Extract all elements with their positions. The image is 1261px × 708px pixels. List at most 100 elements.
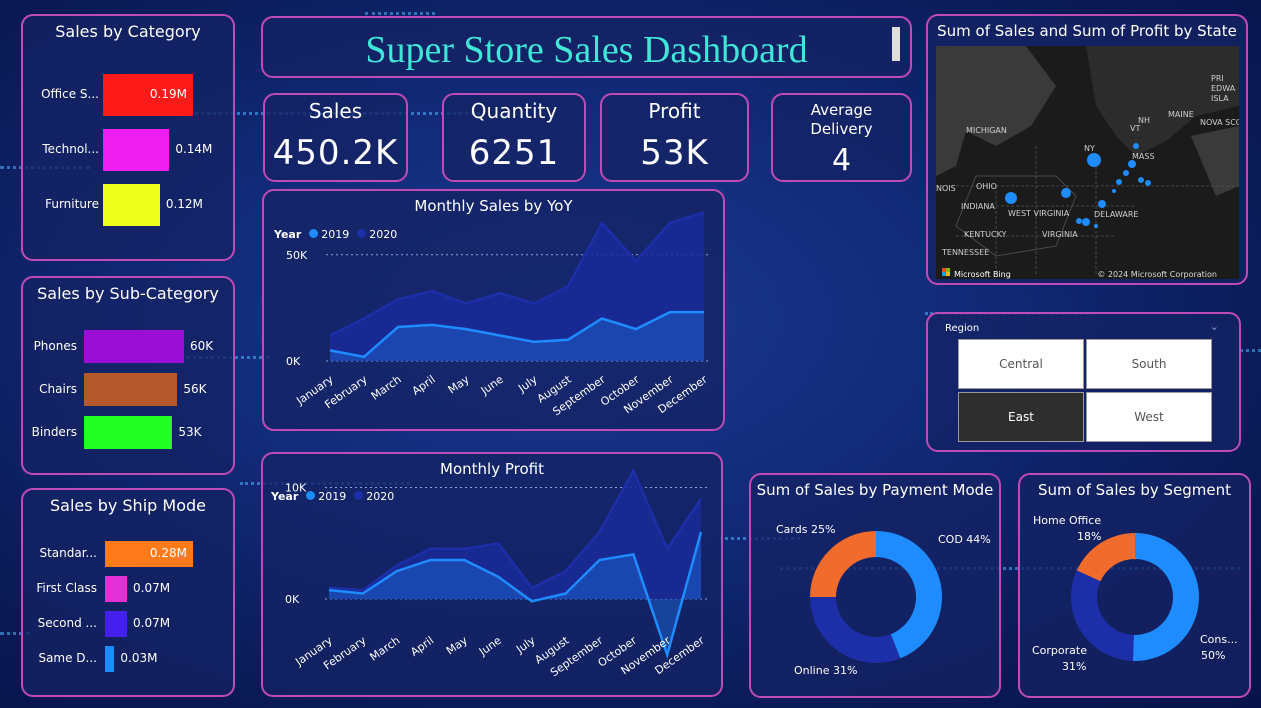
map-copyright: © 2024 Microsoft Corporation: [1097, 270, 1217, 279]
kpi-quantity-value: 6251: [468, 133, 560, 173]
map-state-label: NH: [1138, 116, 1150, 125]
category-title: Sales by Category: [55, 22, 201, 41]
x-tick-label: June: [476, 634, 504, 659]
y-tick-label: 10K: [285, 481, 307, 494]
kpi-profit-card: Profit 53K: [600, 93, 749, 182]
map-state-label: VIRGINIA: [1042, 230, 1078, 239]
segment-label-corp-pct: 31%: [1062, 660, 1087, 673]
x-tick-label: May: [446, 373, 472, 397]
map-state-label: OHIO: [976, 182, 997, 191]
monthly-profit-panel[interactable]: Monthly Profit Year 2019 2020 10K 0K Janua…: [261, 452, 723, 697]
region-option-east[interactable]: East: [958, 392, 1084, 442]
category-bar-label: Furniture: [45, 197, 99, 211]
dashboard-title: Super Store Sales Dashboard: [365, 29, 808, 71]
map-graphic: [936, 46, 1239, 276]
x-tick-label: July: [515, 373, 540, 396]
kpi-profit-value: 53K: [640, 133, 709, 173]
region-option-south[interactable]: South: [1086, 339, 1212, 389]
map-state-label: INDIANA: [961, 202, 995, 211]
map-state-label: TENNESSEE: [942, 248, 990, 257]
segment-panel[interactable]: Sum of Sales by Segment Home Office 18% …: [1018, 473, 1251, 698]
map-panel[interactable]: Sum of Sales and Sum of Profit by State: [926, 14, 1248, 285]
x-tick-label: March: [369, 373, 404, 403]
shipmode-bar[interactable]: [105, 611, 127, 637]
category-bar-label: Technol...: [42, 142, 99, 156]
decorative-line: [1240, 349, 1261, 352]
kpi-sales-card: Sales 450.2K: [263, 93, 408, 182]
payment-slice-online[interactable]: [810, 597, 901, 663]
segment-label-cons-name: Cons...: [1200, 633, 1238, 646]
map-canvas[interactable]: MICHIGAN OHIO INDIANA WEST VIRGINIA VIRGINIA…: [936, 46, 1239, 279]
map-title: Sum of Sales and Sum of Profit by State: [937, 22, 1237, 40]
payment-label-cards: Cards 25%: [776, 523, 836, 536]
map-state-label: MASS: [1132, 152, 1155, 161]
payment-donut-chart: [810, 531, 942, 663]
subcategory-title: Sales by Sub-Category: [37, 284, 219, 303]
shipmode-bar[interactable]: [105, 576, 127, 602]
region-option-central[interactable]: Central: [958, 339, 1084, 389]
subcategory-bar-label: Binders: [31, 424, 77, 439]
category-panel[interactable]: Sales by Category Office S... 0.19M Techno…: [21, 14, 235, 261]
chevron-down-icon[interactable]: ⌄: [1210, 320, 1219, 333]
x-tick-label: June: [478, 373, 506, 398]
shipmode-bar-value: 0.07M: [133, 581, 171, 595]
map-state-label: NOIS: [936, 184, 956, 193]
subcategory-panel[interactable]: Sales by Sub-Category Phones 60K Chairs 56K…: [21, 276, 235, 475]
region-slicer[interactable]: Region ⌄ Central South East West: [926, 312, 1241, 452]
segment-slice-consumer[interactable]: [1132, 533, 1200, 661]
monthly-sales-chart: 50K0KJanuaryFebruary March April May June Jul…: [286, 211, 710, 418]
kpi-delivery-label: Average Delivery: [810, 101, 873, 138]
dashboard-title-panel: Super Store Sales Dashboard: [261, 16, 912, 78]
kpi-delivery-value: 4: [831, 143, 852, 178]
region-title: Region: [945, 323, 980, 334]
subcategory-bar[interactable]: [84, 330, 184, 363]
subcategory-bar[interactable]: [84, 373, 178, 406]
payment-panel[interactable]: Sum of Sales by Payment Mode Cards 25% C…: [749, 473, 1001, 698]
shipmode-panel[interactable]: Sales by Ship Mode Standar... 0.28M First …: [21, 488, 235, 697]
map-state-label: NOVA SCO: [1200, 118, 1239, 127]
x-tick-label: May: [444, 634, 470, 658]
map-state-label: EDWA: [1211, 84, 1236, 93]
category-bar[interactable]: [103, 184, 160, 226]
monthly-sales-panel[interactable]: Monthly Sales by YoY Year 2019 2020 50K 0…: [262, 189, 725, 431]
title-marker: [892, 27, 900, 61]
y-tick-label: 0K: [286, 355, 301, 368]
y-tick-label: 50K: [286, 249, 308, 262]
kpi-sales-label: Sales: [308, 99, 363, 123]
kpi-delivery-card: Average Delivery 4: [771, 93, 912, 182]
map-state-label: KENTUCKY: [964, 230, 1007, 239]
kpi-quantity-card: Quantity 6251: [442, 93, 586, 182]
y-tick-label: 0K: [285, 593, 300, 606]
payment-label-online: Online 31%: [794, 664, 858, 677]
x-tick-label: July: [513, 634, 538, 657]
category-bar[interactable]: [103, 129, 170, 171]
shipmode-bar-label: Standar...: [39, 546, 97, 560]
segment-label-cons-pct: 50%: [1201, 649, 1226, 662]
shipmode-title: Sales by Ship Mode: [50, 496, 206, 515]
monthly-profit-chart: 10K0KJanuaryFebruaryMarch April May June Jul…: [285, 467, 707, 679]
subcategory-bar[interactable]: [84, 416, 173, 449]
segment-label-home-name: Home Office: [1033, 514, 1102, 527]
map-state-label: NY: [1084, 144, 1095, 153]
shipmode-bar-value: 0.03M: [120, 651, 158, 665]
region-option-west[interactable]: West: [1086, 392, 1212, 442]
category-bar-value: 0.14M: [175, 142, 213, 156]
segment-donut-chart: [1071, 533, 1200, 661]
map-state-label: VT: [1130, 124, 1141, 133]
category-bar-value: 0.19M: [149, 87, 187, 101]
map-state-label: MAINE: [1168, 110, 1194, 119]
category-bar-value: 0.12M: [165, 197, 203, 211]
shipmode-bar[interactable]: [105, 646, 115, 672]
shipmode-bar-value: 0.28M: [149, 546, 187, 560]
subcategory-bar-label: Chairs: [39, 381, 77, 396]
subcategory-bar-value: 53K: [178, 424, 202, 439]
shipmode-bar-label: Second ...: [37, 616, 97, 630]
payment-slice-cards[interactable]: [810, 531, 876, 597]
segment-label-corp-name: Corporate: [1032, 644, 1087, 657]
kpi-sales-value: 450.2K: [272, 133, 399, 173]
x-tick-label: April: [410, 373, 438, 398]
subcategory-bar-value: 56K: [183, 381, 207, 396]
subcategory-bar-value: 60K: [190, 338, 214, 353]
map-state-label: MICHIGAN: [966, 126, 1007, 135]
segment-label-home-pct: 18%: [1077, 530, 1102, 543]
